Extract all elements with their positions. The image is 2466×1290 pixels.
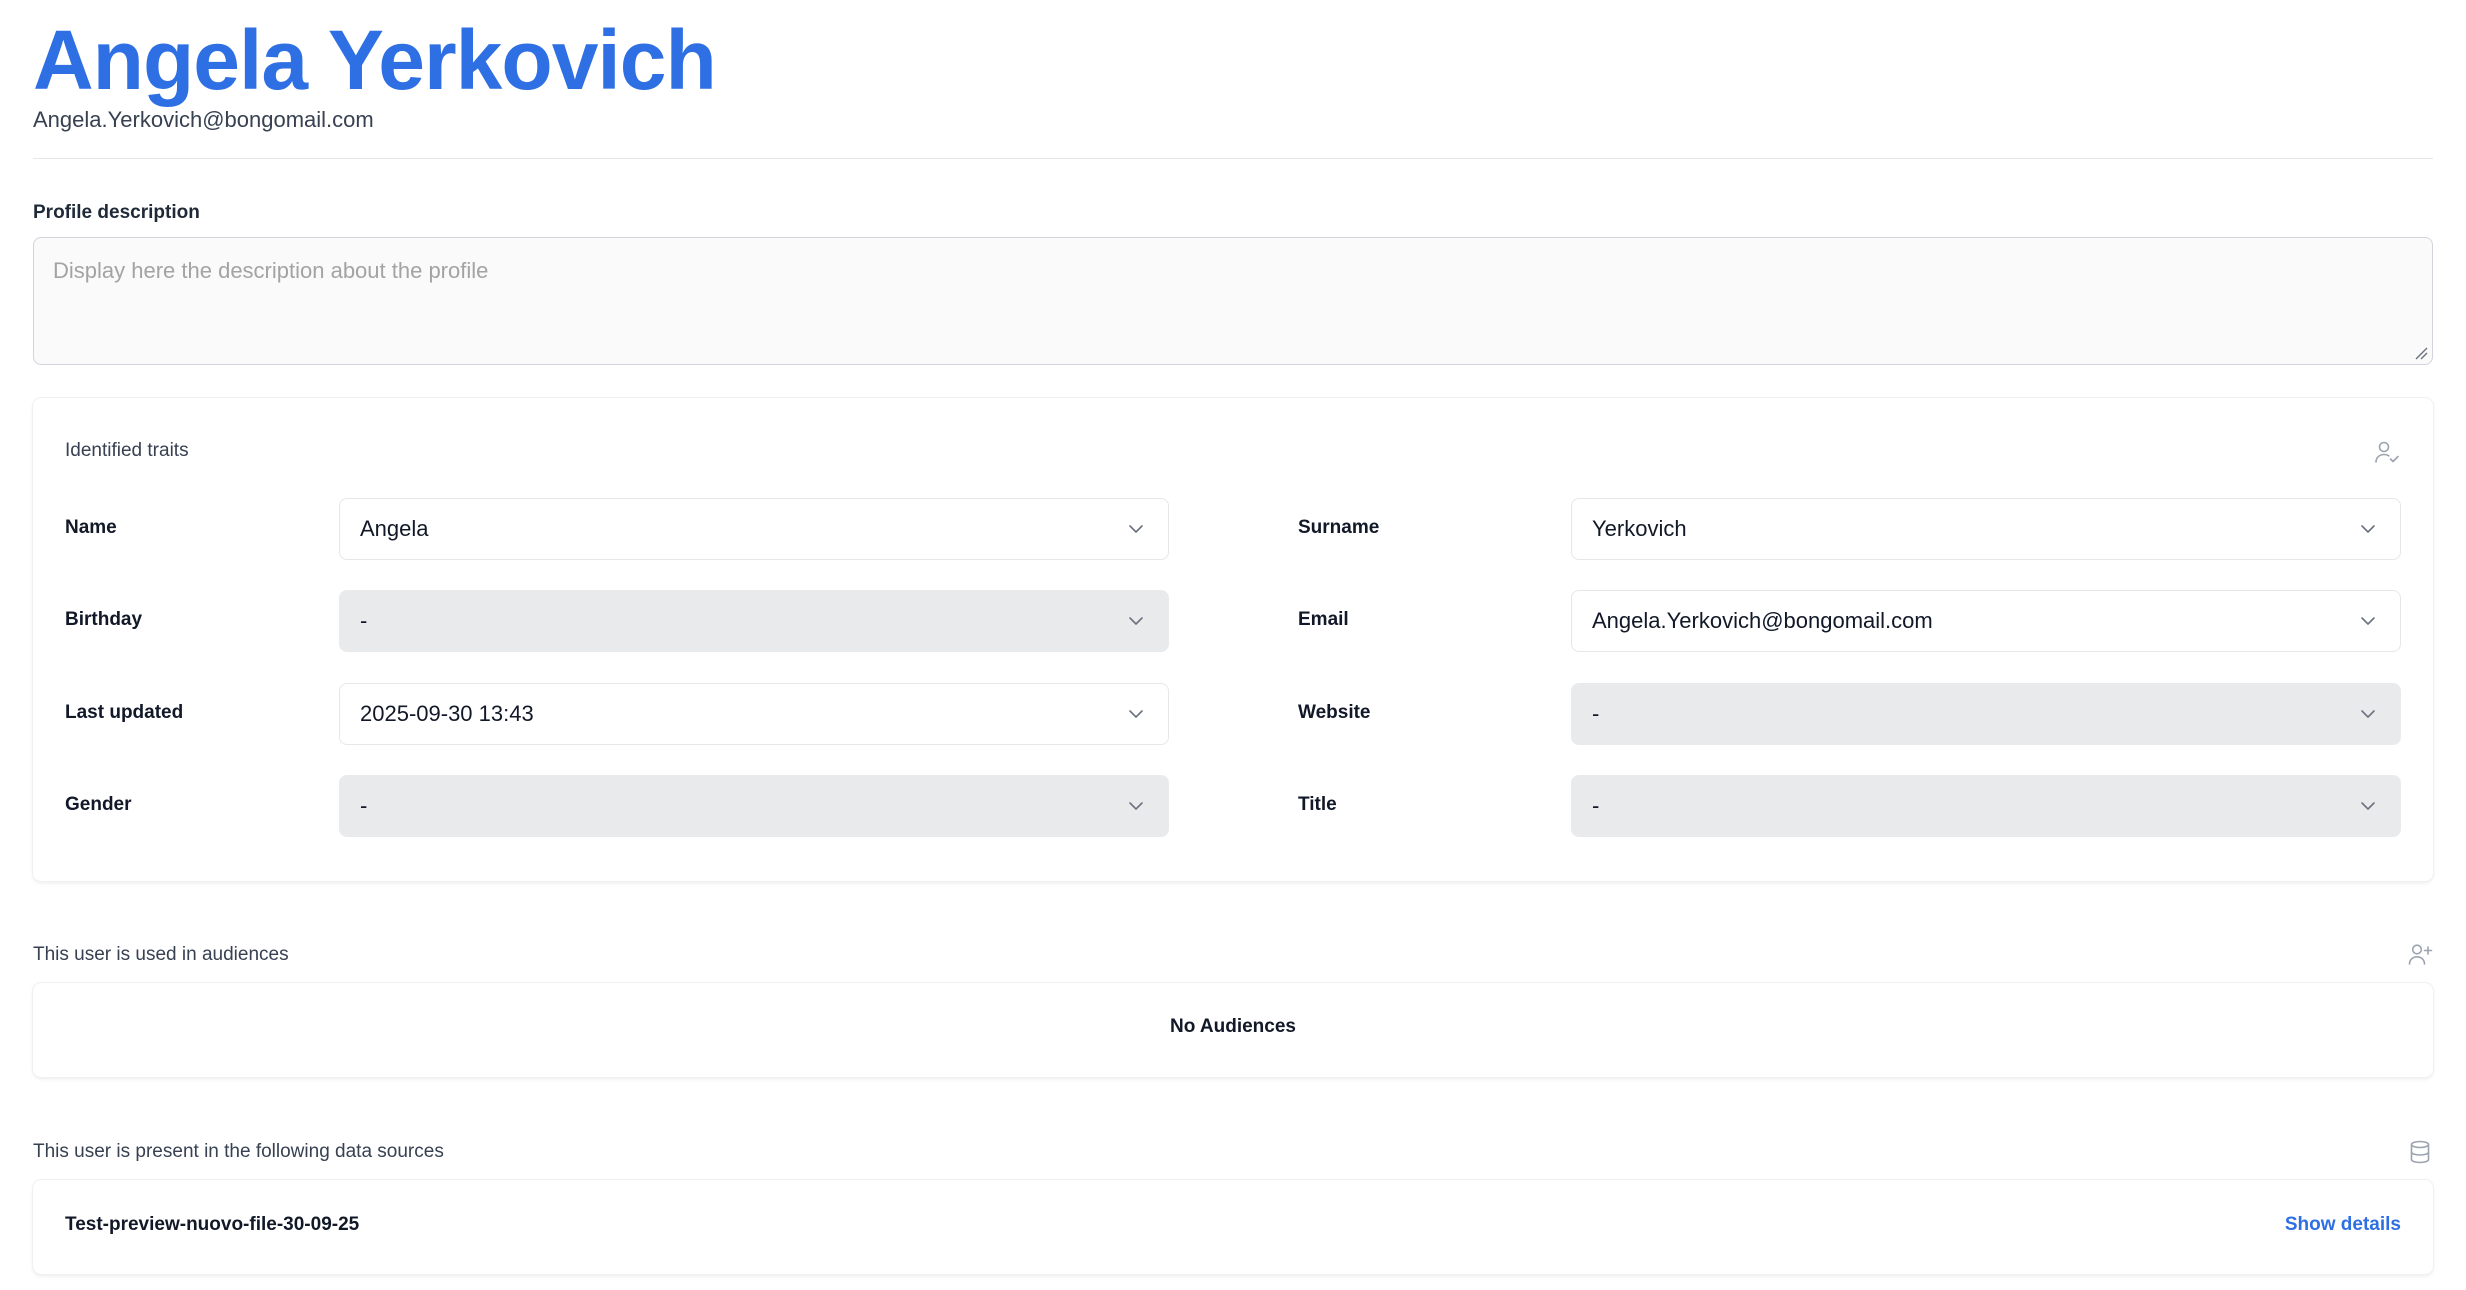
- data-source-name: Test-preview-nuovo-file-30-09-25: [65, 1214, 360, 1235]
- trait-surname-select[interactable]: Yerkovich: [1571, 498, 2401, 560]
- trait-gender-label: Gender: [65, 794, 132, 815]
- trait-surname-value: Yerkovich: [1592, 516, 1687, 541]
- profile-description-textarea[interactable]: Display here the description about the p…: [33, 237, 2433, 365]
- trait-last-updated-value: 2025-09-30 13:43: [360, 701, 534, 726]
- audiences-card: No Audiences: [33, 983, 2433, 1077]
- trait-website-value: -: [1592, 701, 1600, 726]
- profile-description-label: Profile description: [33, 202, 200, 223]
- trait-title-select[interactable]: -: [1571, 775, 2401, 837]
- chevron-down-icon: [2361, 802, 2375, 810]
- chevron-down-icon: [2361, 525, 2375, 533]
- trait-email-select[interactable]: Angela.Yerkovich@bongomail.com: [1571, 590, 2401, 652]
- trait-birthday-label: Birthday: [65, 609, 143, 630]
- identified-traits-heading: Identified traits: [65, 440, 189, 461]
- trait-website-select[interactable]: -: [1571, 683, 2401, 745]
- trait-birthday-value: -: [360, 608, 368, 633]
- trait-email-label: Email: [1298, 609, 1349, 630]
- chevron-down-icon: [1129, 802, 1143, 810]
- trait-last-updated-label: Last updated: [65, 702, 184, 723]
- chevron-down-icon: [2361, 710, 2375, 718]
- chevron-down-icon: [1129, 710, 1143, 718]
- trait-title-value: -: [1592, 793, 1600, 818]
- trait-last-updated-select[interactable]: 2025-09-30 13:43: [339, 683, 1169, 745]
- data-source-row: Test-preview-nuovo-file-30-09-25 Show de…: [33, 1180, 2433, 1274]
- trait-email-value: Angela.Yerkovich@bongomail.com: [1592, 608, 1933, 633]
- profile-description-placeholder: Display here the description about the p…: [53, 258, 489, 283]
- trait-name-value: Angela: [360, 516, 429, 541]
- database-icon: [2410, 1140, 2430, 1164]
- identified-traits-card: Identified traits Name Angela Surname Ye…: [33, 398, 2433, 881]
- trait-birthday-select[interactable]: -: [339, 590, 1169, 652]
- user-check-icon: [2375, 441, 2399, 463]
- audiences-section-title: This user is used in audiences: [33, 944, 289, 965]
- trait-gender-select[interactable]: -: [339, 775, 1169, 837]
- trait-website-label: Website: [1298, 702, 1371, 723]
- profile-email: Angela.Yerkovich@bongomail.com: [33, 107, 374, 132]
- profile-name-title: Angela Yerkovich: [33, 13, 717, 107]
- trait-name-select[interactable]: Angela: [339, 498, 1169, 560]
- chevron-down-icon: [2361, 617, 2375, 625]
- user-plus-icon[interactable]: [2407, 941, 2433, 967]
- trait-gender-value: -: [360, 793, 368, 818]
- chevron-down-icon: [1129, 617, 1143, 625]
- header-divider: [33, 158, 2433, 159]
- show-details-link[interactable]: Show details: [2285, 1214, 2401, 1236]
- trait-name-label: Name: [65, 517, 117, 538]
- no-audiences-text: No Audiences: [1170, 1016, 1296, 1037]
- data-sources-section-title: This user is present in the following da…: [33, 1141, 444, 1162]
- trait-surname-label: Surname: [1298, 517, 1380, 538]
- trait-title-label: Title: [1298, 794, 1337, 815]
- chevron-down-icon: [1129, 525, 1143, 533]
- resize-handle-icon[interactable]: [2414, 346, 2428, 360]
